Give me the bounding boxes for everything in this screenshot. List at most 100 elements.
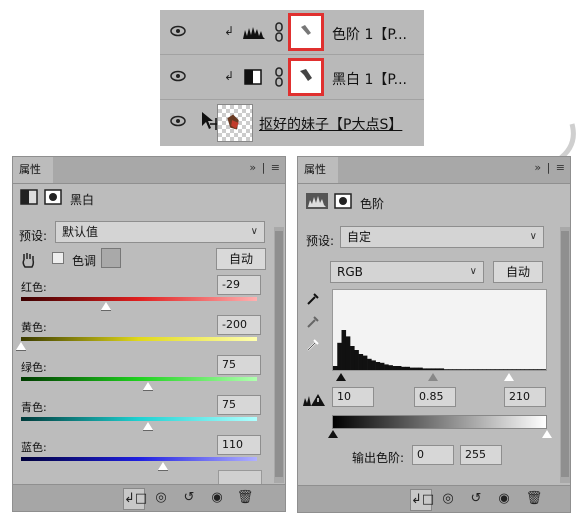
layers-panel: ↲ 色阶 1【P... ↲ 黑白 1【P... 抠好的妹子【P大点S】 (160, 10, 424, 146)
link-chain-icon[interactable] (274, 22, 284, 42)
histogram-bar (443, 369, 449, 370)
tab-properties[interactable]: 属性 (13, 157, 53, 183)
slider-track[interactable] (21, 377, 257, 381)
trash-icon[interactable]: 🗑 (524, 489, 544, 509)
preset-label: 预设: (306, 234, 335, 248)
histogram-bar (469, 369, 474, 370)
reset-icon[interactable]: ↺ (466, 489, 486, 509)
histogram-bar (405, 366, 410, 370)
auto-button[interactable]: 自动 (216, 248, 266, 270)
scrollbar[interactable] (274, 227, 284, 483)
histogram-bar (422, 368, 428, 370)
output-black-field[interactable]: 0 (412, 445, 454, 465)
panel-tabbar: 属性 » | ≡ (13, 157, 285, 184)
view-previous-icon[interactable]: ◎ (151, 488, 171, 508)
slider-track[interactable] (21, 337, 257, 341)
visibility-eye-icon[interactable] (170, 115, 186, 127)
layer-name[interactable]: 黑白 1【P... (332, 69, 407, 89)
input-gamma-slider[interactable] (428, 373, 438, 381)
slider-value-field[interactable]: -200 (217, 315, 261, 335)
chevron-down-icon: ∨ (469, 266, 477, 277)
portrait-thumbnail-icon (227, 114, 239, 130)
input-white-field[interactable]: 210 (504, 387, 546, 407)
visibility-eye-icon[interactable] (170, 25, 186, 37)
layer-thumbnail[interactable] (217, 104, 253, 142)
histogram-bar (533, 369, 538, 370)
tint-checkbox[interactable] (52, 252, 64, 264)
reset-icon[interactable]: ↺ (179, 488, 199, 508)
slider-value-field[interactable]: 75 (217, 355, 261, 375)
auto-button[interactable]: 自动 (493, 261, 543, 283)
layer-row-black-white[interactable]: ↲ 黑白 1【P... (160, 55, 424, 100)
visibility-eye-icon[interactable]: ◉ (207, 488, 227, 508)
visibility-eye-icon[interactable] (170, 70, 186, 82)
gray-eyedropper-icon[interactable] (305, 314, 321, 330)
slider-value-field[interactable]: 110 (217, 435, 261, 455)
slider-thumb[interactable] (100, 302, 111, 311)
histogram-bar (486, 369, 491, 370)
histogram-bar (392, 366, 398, 370)
scrollbar[interactable] (560, 227, 570, 483)
slider-thumb[interactable] (143, 382, 154, 391)
clipping-warning-icon[interactable] (302, 393, 326, 407)
hand-target-icon[interactable] (20, 251, 36, 269)
slider-thumb[interactable] (143, 422, 154, 431)
black-eyedropper-icon[interactable] (305, 291, 321, 307)
black-white-icon (244, 69, 262, 85)
slider-value-field[interactable]: -29 (217, 275, 261, 295)
tab-properties[interactable]: 属性 (298, 157, 338, 183)
layer-name[interactable]: 抠好的妹子【P大点S】 (259, 114, 402, 134)
input-black-slider[interactable] (336, 373, 346, 381)
layer-mask-thumbnail[interactable] (288, 13, 324, 51)
slider-track[interactable] (21, 457, 257, 461)
panel-menu-icon[interactable]: » | ≡ (249, 161, 281, 174)
histogram-bar (537, 369, 543, 370)
clip-to-layer-icon[interactable]: ↲□ (410, 489, 434, 511)
panel-bottom-toolbar: ↲□ ◎ ↺ ◉ 🗑 (13, 484, 285, 511)
output-white-field[interactable]: 255 (460, 445, 502, 465)
clipping-arrow-icon: ↲ (224, 69, 235, 83)
slider-thumb[interactable] (157, 462, 168, 471)
preset-label: 预设: (19, 229, 48, 243)
histogram-bar (388, 365, 393, 370)
view-previous-icon[interactable]: ◎ (438, 489, 458, 509)
preset-select[interactable]: 自定 ∨ (340, 226, 544, 248)
histogram-bar (341, 330, 347, 370)
histogram-bar (430, 368, 436, 370)
trash-icon[interactable]: 🗑 (235, 488, 255, 508)
mask-icon[interactable] (334, 193, 352, 209)
slider-track[interactable] (21, 417, 257, 421)
properties-panel-black-white: 属性 » | ≡ 黑白 预设: 默认值 ∨ 色调 自动 红色: -29 黄色: -20… (12, 156, 286, 512)
histogram-bar (473, 369, 479, 370)
histogram-bar (371, 360, 376, 370)
layer-row-image[interactable]: 抠好的妹子【P大点S】 (160, 100, 424, 145)
tint-color-swatch[interactable] (101, 248, 121, 268)
input-white-slider[interactable] (504, 373, 514, 381)
input-gamma-field[interactable]: 0.85 (414, 387, 456, 407)
slider-thumb[interactable] (16, 342, 26, 351)
output-white-slider[interactable] (542, 430, 552, 438)
histogram-bar (507, 369, 513, 370)
preset-select[interactable]: 默认值 ∨ (55, 221, 265, 243)
slider-label: 绿色: (21, 361, 47, 374)
layer-mask-thumbnail[interactable] (288, 58, 324, 96)
white-eyedropper-icon[interactable] (305, 337, 321, 353)
mask-icon[interactable] (44, 189, 62, 205)
scrollbar-thumb[interactable] (275, 231, 283, 477)
panel-bottom-toolbar: ↲□ ◎ ↺ ◉ 🗑 (298, 485, 570, 512)
properties-panel-levels: 属性 » | ≡ 色阶 预设: 自定 ∨ RGB ∨ 自动 10 0.85 21… (297, 156, 571, 513)
panel-menu-icon[interactable]: » | ≡ (534, 161, 566, 174)
layer-row-levels[interactable]: ↲ 色阶 1【P... (160, 10, 424, 55)
slider-value-field[interactable]: 75 (217, 395, 261, 415)
chevron-down-icon: ∨ (529, 231, 537, 242)
visibility-eye-icon[interactable]: ◉ (494, 489, 514, 509)
layer-name[interactable]: 色阶 1【P... (332, 24, 407, 44)
panel-tabbar: 属性 » | ≡ (298, 157, 570, 184)
scrollbar-thumb[interactable] (561, 231, 569, 477)
clip-to-layer-icon[interactable]: ↲□ (123, 488, 147, 510)
output-black-slider[interactable] (328, 430, 338, 438)
input-black-field[interactable]: 10 (332, 387, 374, 407)
slider-track[interactable] (21, 297, 257, 301)
link-chain-icon[interactable] (274, 67, 284, 87)
channel-select[interactable]: RGB ∨ (330, 261, 484, 283)
